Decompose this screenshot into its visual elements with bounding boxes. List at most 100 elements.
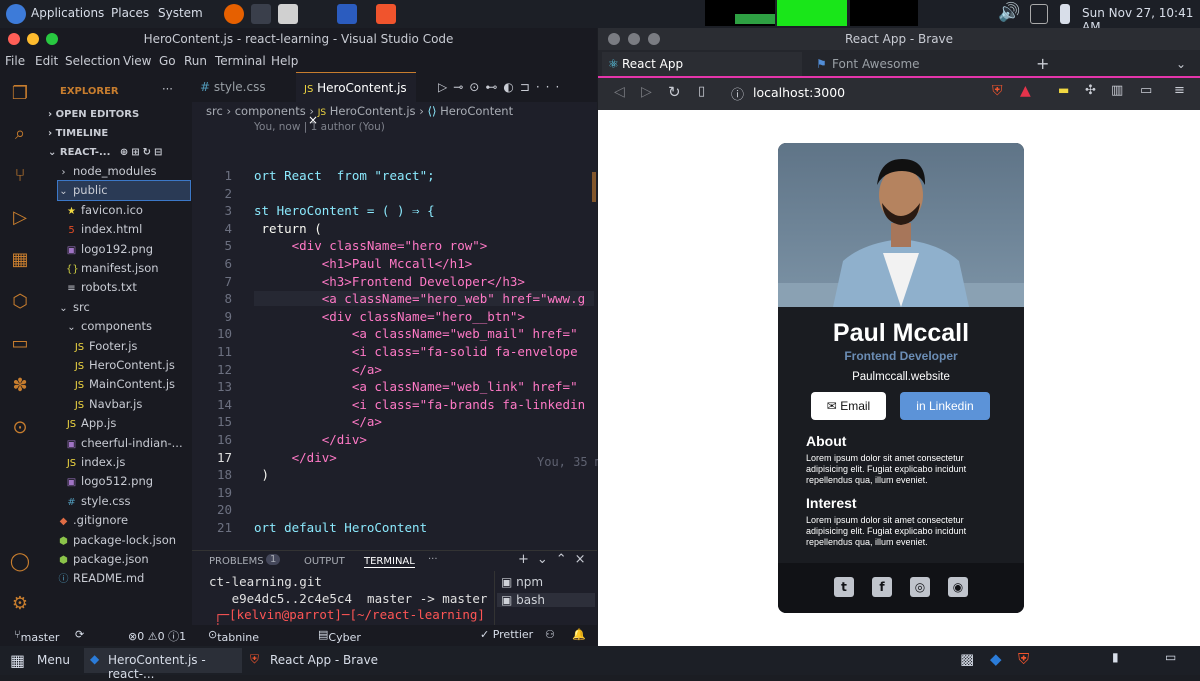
settings-gear-icon[interactable]: ⚙ (8, 592, 32, 616)
breadcrumb-src[interactable]: src (206, 104, 223, 118)
linkedin-button[interactable]: in Linkedin (900, 392, 990, 420)
file-tree-item[interactable]: ▣ logo192.png (66, 240, 190, 259)
site-info-icon[interactable]: ⓘ (731, 84, 744, 103)
breadcrumb-file[interactable]: HeroContent.js (330, 104, 416, 118)
places-menu[interactable]: Places (111, 6, 149, 20)
extension-icon[interactable]: ▬ (1058, 83, 1069, 97)
github-icon[interactable]: ◉ (948, 577, 968, 597)
menu-help[interactable]: Help (271, 54, 298, 68)
system-menu[interactable]: System (158, 6, 203, 20)
terminal-output[interactable]: ct-learning.git e9e4dc5..2c4e5c4 master … (192, 571, 492, 633)
menu-view[interactable]: View (123, 54, 151, 68)
more-actions-icon[interactable]: ··· (162, 80, 173, 99)
git-graph-icon[interactable]: ⊙ (8, 416, 32, 440)
source-control-icon[interactable]: ⑂ (8, 164, 32, 188)
accounts-icon[interactable]: ⚇ (545, 628, 555, 641)
notifications-icon[interactable]: 🔔 (572, 628, 586, 641)
show-desktop-icon[interactable]: ▭ (1165, 650, 1176, 664)
sidebar-icon[interactable]: ▥ (1111, 83, 1123, 98)
more-icon[interactable]: ··· (428, 554, 438, 565)
text-editor-icon[interactable] (278, 4, 298, 24)
tab-font-awesome[interactable]: ⚑ Font Awesome (812, 52, 1012, 76)
parrot-logo-icon[interactable] (6, 4, 26, 24)
file-tree-item[interactable]: ⌄ public (57, 180, 191, 202)
file-tree-item[interactable]: # style.css (66, 492, 190, 511)
back-icon[interactable]: ◁ (614, 84, 625, 100)
paw-icon[interactable]: ✽ (8, 374, 32, 398)
close-window-icon[interactable] (608, 33, 620, 45)
editor-actions-icon[interactable]: ▷⊸⊙⊷◐⊐··· (430, 72, 600, 102)
terminal-icon[interactable] (251, 4, 271, 24)
twitter-icon[interactable]: t (834, 577, 854, 597)
minimize-window-icon[interactable] (27, 33, 39, 45)
email-button[interactable]: ✉ Email (811, 392, 886, 420)
file-tree-item[interactable]: ⬢ package-lock.json (58, 531, 190, 550)
file-tree-item[interactable]: JS HeroContent.js (74, 356, 190, 375)
open-editors-section[interactable]: › OPEN EDITORS (48, 105, 139, 124)
file-tree-item[interactable]: ⌄ components (66, 317, 190, 336)
menu-selection[interactable]: Selection (65, 54, 120, 68)
profile-website[interactable]: Paulmccall.website (778, 371, 1024, 383)
volume-icon[interactable]: 🔊 (998, 4, 1020, 24)
terminal-bash[interactable]: ▣ bash (497, 593, 595, 607)
run-debug-icon[interactable]: ▷ (8, 206, 32, 230)
project-section[interactable]: ⌄ REACT-... ⊕⊞↻⊟ (48, 143, 165, 162)
tab-problems[interactable]: PROBLEMS (209, 556, 264, 567)
tab-react-app[interactable]: ⚛ React App (602, 52, 802, 76)
branch-status[interactable]: ⑂ master (14, 628, 59, 644)
close-window-icon[interactable] (8, 33, 20, 45)
tray-vscode-icon[interactable]: ◆ (990, 650, 1002, 668)
brave-launcher-icon[interactable] (376, 4, 396, 24)
menu-terminal[interactable]: Terminal (215, 54, 266, 68)
file-tree-item[interactable]: ⓘ README.md (58, 569, 190, 588)
tabnine-status[interactable]: ⊙ tabnine starter (208, 628, 259, 657)
cyber-monday-status[interactable]: ▤ Cyber Monday (318, 628, 372, 657)
reload-icon[interactable]: ↻ (668, 83, 681, 101)
bookmark-icon[interactable]: ▯ (698, 84, 705, 99)
minimize-window-icon[interactable] (628, 33, 640, 45)
new-tab-button[interactable]: + (1028, 52, 1058, 76)
firefox-icon[interactable] (224, 4, 244, 24)
breadcrumb-components[interactable]: components (235, 104, 306, 118)
file-tree-item[interactable]: JS Navbar.js (74, 395, 190, 414)
terminal-actions-icon[interactable]: +⌄⌃× (518, 552, 594, 567)
file-tree-item[interactable]: ≡ robots.txt (66, 278, 190, 297)
menu-edit[interactable]: Edit (35, 54, 58, 68)
files-icon[interactable]: ❐ (8, 82, 32, 106)
extensions-icon[interactable]: ▦ (8, 248, 32, 272)
sync-icon[interactable]: ⟳ (75, 628, 84, 641)
file-tree-item[interactable]: ⌄ src (58, 298, 190, 317)
file-tree-item[interactable]: ⬢ package.json (58, 550, 190, 569)
file-tree-item[interactable]: JS App.js (66, 414, 190, 433)
file-tree-item[interactable]: › node_modules (58, 162, 190, 181)
wallet-icon[interactable]: ▭ (1140, 83, 1152, 98)
tab-style-css[interactable]: # style.css (192, 72, 296, 102)
maximize-window-icon[interactable] (648, 33, 660, 45)
menu-file[interactable]: File (5, 54, 25, 68)
problems-status[interactable]: ⊗0 ⚠0 ⓘ1 (128, 628, 186, 644)
extensions-puzzle-icon[interactable]: ✣ (1085, 83, 1096, 98)
tab-terminal[interactable]: TERMINAL (364, 556, 415, 568)
tab-herocontent-js[interactable]: JS HeroContent.js × (296, 72, 416, 127)
vscode-launcher-icon[interactable] (337, 4, 357, 24)
brave-rewards-icon[interactable]: ▲ (1020, 83, 1031, 99)
display-icon[interactable] (1030, 4, 1048, 24)
facebook-icon[interactable]: f (872, 577, 892, 597)
applications-menu[interactable]: Applications (31, 6, 104, 20)
url-field[interactable]: localhost:3000 (753, 85, 845, 100)
file-tree-item[interactable]: JS MainContent.js (74, 375, 190, 394)
tab-output[interactable]: OUTPUT (304, 556, 345, 567)
browser-menu-icon[interactable]: ≡ (1174, 83, 1185, 98)
file-tree-item[interactable]: {} manifest.json (66, 259, 190, 278)
file-tree-item[interactable]: ▣ cheerful-indian-... (66, 434, 190, 453)
prettier-status[interactable]: ✓ Prettier (480, 628, 533, 641)
search-icon[interactable]: ⌕ (8, 122, 32, 146)
instagram-icon[interactable]: ◎ (910, 577, 930, 597)
tab-list-icon[interactable]: ⌄ (1168, 52, 1198, 76)
brave-shields-icon[interactable]: ⛨ (992, 83, 1003, 99)
remote-icon[interactable]: ⬡ (8, 290, 32, 314)
menu-go[interactable]: Go (159, 54, 176, 68)
tray-brave-icon[interactable]: ⛨ (1018, 650, 1029, 668)
taskbar-brave-item[interactable]: ⛨ React App - Brave (246, 648, 396, 673)
file-tree-item[interactable]: JS Footer.js (74, 337, 190, 356)
